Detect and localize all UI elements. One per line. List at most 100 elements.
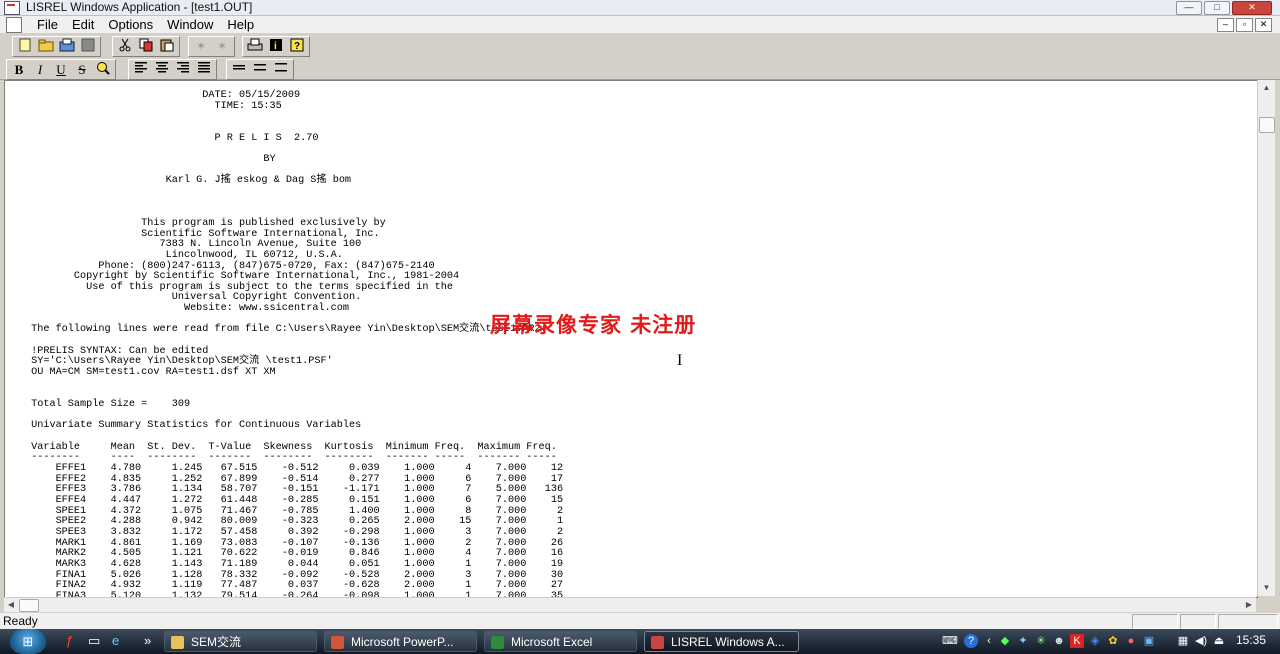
doc-minimize-button[interactable]: – — [1217, 18, 1234, 32]
scroll-up-icon[interactable]: ▲ — [1258, 80, 1275, 96]
tray-app-4-icon[interactable]: ◈ — [1088, 634, 1102, 648]
table-cell: 5.000 — [471, 484, 527, 496]
tray-app-1-icon[interactable]: ✦ — [1016, 634, 1030, 648]
document-icon[interactable] — [6, 17, 22, 33]
print-icon[interactable] — [245, 38, 265, 55]
align-right-icon[interactable] — [173, 61, 193, 78]
maximize-button[interactable]: □ — [1204, 1, 1230, 15]
align-left-icon[interactable] — [131, 61, 151, 78]
tray-app-2-icon[interactable]: ✳ — [1034, 634, 1048, 648]
justify-icon[interactable] — [194, 61, 214, 78]
tray-app-5-icon[interactable]: ✿ — [1106, 634, 1120, 648]
network-icon[interactable]: ▦ — [1176, 634, 1190, 648]
task-button-lisrel[interactable]: LISREL Windows A... — [644, 631, 799, 652]
menu-help[interactable]: Help — [220, 16, 261, 33]
table-cell: 2.000 — [379, 580, 435, 592]
task-button-powerpoint[interactable]: Microsoft PowerP... — [324, 631, 477, 652]
paste-icon[interactable] — [157, 38, 177, 55]
double-spacing-icon[interactable] — [271, 61, 291, 78]
table-row: SPEE3 3.832 1.172 57.458 0.392 -0.298 1.… — [25, 526, 564, 538]
table-cell: 12 — [526, 462, 564, 474]
new-file-icon[interactable] — [15, 38, 35, 55]
volume-icon[interactable]: ◀) — [1194, 634, 1208, 648]
table-cell: 7.000 — [471, 558, 527, 570]
cut-icon[interactable] — [115, 38, 135, 55]
collapse-icon[interactable]: ‹ — [982, 634, 996, 648]
strikethrough-icon[interactable]: S — [72, 61, 92, 78]
horizontal-scroll-thumb[interactable] — [19, 599, 39, 612]
doc-restore-button[interactable]: ▫ — [1236, 18, 1253, 32]
table-row: FINA2 4.932 1.119 77.487 0.037 -0.628 2.… — [25, 580, 564, 592]
table-cell: 1.000 — [379, 473, 435, 485]
doc-close-button[interactable]: ✕ — [1255, 18, 1272, 32]
open-file-icon[interactable] — [57, 38, 77, 55]
scroll-down-icon[interactable]: ▼ — [1258, 580, 1275, 596]
vertical-scroll-thumb[interactable] — [1259, 117, 1275, 133]
help-icon[interactable]: ? — [287, 38, 307, 55]
document-text: DATE: 05/15/2009 TIME: 15:35 P R E L I S… — [5, 81, 1257, 597]
tray-app-3-icon[interactable]: K — [1070, 634, 1084, 648]
status-cell-1 — [1132, 614, 1178, 629]
path-diagram-2-icon[interactable]: ✶ — [212, 38, 232, 55]
close-button[interactable]: ✕ — [1232, 1, 1272, 15]
safely-remove-icon[interactable]: ⏏ — [1212, 634, 1226, 648]
table-cell: -0.136 — [318, 537, 380, 549]
align-center-icon[interactable] — [152, 61, 172, 78]
copy-icon[interactable] — [136, 38, 156, 55]
bold-icon[interactable]: B — [9, 61, 29, 78]
desktop-icon[interactable]: ▭ — [88, 633, 100, 649]
scroll-left-icon[interactable]: ◀ — [4, 598, 18, 612]
menu-window[interactable]: Window — [160, 16, 220, 33]
font-icon[interactable] — [93, 61, 113, 78]
underline-icon[interactable]: U — [51, 61, 71, 78]
lisrel-icon — [651, 636, 664, 649]
horizontal-scrollbar[interactable]: ◀ ▶ — [4, 597, 1256, 612]
path-diagram-icon[interactable]: ✶ — [191, 38, 211, 55]
task-button-sem[interactable]: SEM交流 — [164, 631, 317, 652]
table-cell: 7.000 — [471, 526, 527, 538]
table-row: EFFE3 3.786 1.134 58.707 -0.151 -1.171 1… — [25, 484, 564, 496]
windows-logo-icon[interactable]: ⊞ — [10, 629, 46, 654]
status-cell-3 — [1218, 614, 1278, 629]
table-cell: -0.323 — [257, 516, 319, 528]
excel-icon — [491, 636, 504, 649]
bold-label: B — [14, 62, 24, 77]
table-cell: 1.000 — [379, 537, 435, 549]
italic-icon[interactable]: I — [30, 61, 50, 78]
table-cell: 19 — [526, 558, 564, 570]
single-spacing-icon[interactable] — [229, 61, 249, 78]
scroll-right-icon[interactable]: ▶ — [1242, 598, 1256, 612]
ie-icon[interactable]: e — [112, 633, 119, 648]
output-document[interactable]: DATE: 05/15/2009 TIME: 15:35 P R E L I S… — [4, 80, 1258, 598]
document-header: DATE: 05/15/2009 TIME: 15:35 P R E L I S… — [31, 90, 557, 464]
one-half-spacing-icon[interactable] — [250, 61, 270, 78]
table-cell: 1.000 — [379, 505, 435, 517]
tray-app-7-icon[interactable]: ▣ — [1142, 634, 1156, 648]
task-label: SEM交流 — [191, 635, 242, 649]
table-cell: -0.151 — [257, 484, 319, 496]
table-cell: 0.037 — [257, 580, 319, 592]
info-icon[interactable]: i — [266, 38, 286, 55]
vertical-scrollbar[interactable]: ▲ ▼ — [1257, 80, 1275, 596]
menu-file[interactable]: File — [30, 16, 65, 33]
task-button-excel[interactable]: Microsoft Excel — [484, 631, 637, 652]
minimize-button[interactable]: — — [1176, 1, 1202, 15]
open-folder-icon[interactable] — [36, 38, 56, 55]
user-icon[interactable]: ☻ — [1052, 634, 1066, 648]
save-icon[interactable] — [78, 38, 98, 55]
table-cell: FINA1 — [25, 569, 87, 581]
table-cell: 3 — [434, 526, 472, 538]
quicklaunch-more[interactable]: » — [144, 633, 151, 648]
powerpoint-icon — [331, 636, 344, 649]
help-tray-icon[interactable]: ? — [964, 634, 978, 648]
clock: 15:35 — [1235, 633, 1266, 647]
menu-options[interactable]: Options — [101, 16, 160, 33]
table-cell: 0.151 — [318, 494, 380, 506]
table-row: SPEE1 4.372 1.075 71.467 -0.785 1.400 1.… — [25, 505, 564, 517]
flash-icon[interactable]: ƒ — [66, 633, 73, 648]
keyboard-icon[interactable]: ⌨ — [942, 634, 958, 648]
network-tray-icon[interactable]: ◆ — [998, 634, 1012, 648]
menu-edit[interactable]: Edit — [65, 16, 101, 33]
table-cell: -0.019 — [257, 548, 319, 560]
tray-app-6-icon[interactable]: ● — [1124, 634, 1138, 648]
